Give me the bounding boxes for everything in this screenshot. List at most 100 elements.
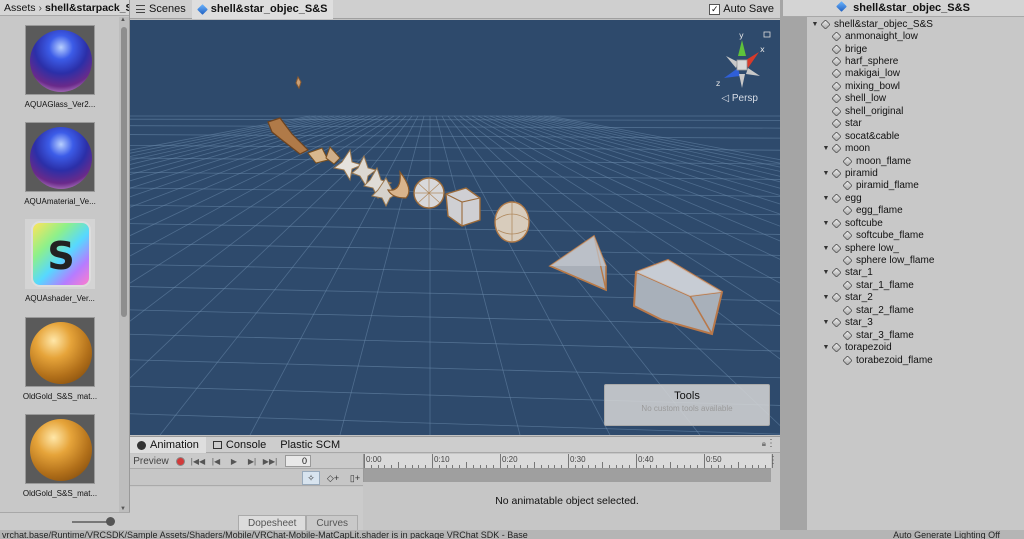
hierarchy-item[interactable]: sphere low_flame	[807, 254, 1024, 266]
material-thumbnail[interactable]	[25, 122, 95, 192]
scene-object[interactable]	[325, 146, 341, 165]
animation-toolbar: Preview |◀◀ |◀ ▶ ▶| ▶▶| 0	[130, 454, 363, 469]
first-keyframe-icon[interactable]: |◀◀	[189, 455, 207, 468]
hierarchy-item[interactable]: makigai_low	[807, 68, 1024, 80]
hierarchy-item[interactable]: piramid_flame	[807, 180, 1024, 192]
scene-viewport[interactable]: y x z ◁ Persp Tools No custom tools avai…	[130, 20, 780, 435]
prev-keyframe-icon[interactable]: |◀	[207, 455, 225, 468]
gameobject-icon	[820, 19, 831, 30]
hierarchy-item[interactable]: brige	[807, 43, 1024, 55]
scene-object[interactable]	[386, 169, 410, 199]
tab-scenes[interactable]: Scenes	[130, 0, 192, 19]
filter-keyframe-icon[interactable]: ✧	[302, 471, 320, 485]
material-thumbnail[interactable]	[25, 414, 95, 484]
frame-input[interactable]: 0	[285, 455, 311, 467]
back-chevron-icon[interactable]: ‹	[763, 2, 766, 19]
hierarchy-item[interactable]: shell_original	[807, 105, 1024, 117]
scene-object[interactable]	[295, 75, 302, 90]
expand-arrow-icon[interactable]: ▼	[811, 21, 819, 28]
hierarchy-item[interactable]: shell_low	[807, 93, 1024, 105]
hierarchy-item[interactable]: star_1_flame	[807, 279, 1024, 291]
expand-arrow-icon[interactable]: ▼	[822, 170, 830, 177]
hierarchy-item[interactable]: star_3_flame	[807, 329, 1024, 341]
hierarchy-item[interactable]: ▼ piramid	[807, 167, 1024, 179]
material-thumbnail[interactable]	[25, 25, 95, 95]
lighting-status[interactable]: Auto Generate Lighting Off	[893, 531, 1000, 539]
tools-overlay[interactable]: Tools No custom tools available	[604, 384, 770, 426]
hierarchy-item[interactable]: harf_sphere	[807, 55, 1024, 67]
hierarchy-item[interactable]: ▼ star_2	[807, 292, 1024, 304]
hierarchy-item[interactable]: ▼ star_1	[807, 267, 1024, 279]
add-event-icon[interactable]: ▯+	[346, 471, 364, 485]
hierarchy-tree: ▼ shell&star_objec_S&S anmonaight_low brige…	[807, 18, 1024, 366]
assets-scrollbar[interactable]: ▲ ▼	[119, 17, 129, 512]
play-icon[interactable]: ▶	[225, 455, 243, 468]
gizmo-lock-icon[interactable]	[763, 31, 771, 38]
status-message[interactable]: vrchat.base/Runtime/VRCSDK/Sample Assets…	[2, 531, 528, 539]
last-keyframe-icon[interactable]: ▶▶|	[261, 455, 279, 468]
tab-plastic-scm[interactable]: Plastic SCM	[273, 437, 347, 453]
preview-button[interactable]: Preview	[130, 456, 172, 467]
timeline-menu-icon[interactable]: ⋮	[768, 455, 778, 466]
breadcrumb-assets[interactable]: Assets	[4, 2, 36, 14]
hierarchy-item-label: star_3_flame	[856, 329, 914, 341]
expand-arrow-icon[interactable]: ▼	[822, 220, 830, 227]
gizmo-center-cube-icon[interactable]	[736, 59, 748, 71]
hierarchy-item[interactable]: torabezoid_flame	[807, 354, 1024, 366]
panel-divider[interactable]	[780, 0, 807, 530]
record-button[interactable]	[176, 456, 185, 466]
tab-scene-file[interactable]: shell&star_objec_S&S	[191, 0, 334, 19]
tab-console[interactable]: Console	[206, 437, 273, 453]
shader-thumbnail[interactable]: S	[25, 219, 95, 289]
asset-item[interactable]: AQUAGlass_Ver2...	[16, 25, 104, 109]
hierarchy-item[interactable]: ▼ star_3	[807, 317, 1024, 329]
material-thumbnail[interactable]	[25, 317, 95, 387]
breadcrumb-folder[interactable]: shell&starpack_S	[45, 2, 129, 14]
add-keyframe-icon[interactable]: ◇+	[324, 471, 342, 485]
autosave-checkbox[interactable]: ✓	[709, 3, 721, 15]
hierarchy-item[interactable]: moon_flame	[807, 155, 1024, 167]
expand-arrow-icon[interactable]: ▼	[822, 344, 830, 351]
gizmo-y-axis-icon[interactable]	[738, 40, 746, 56]
timeline-ruler[interactable]: 0:00 0:10 0:20 0:30 0:40 0:50	[363, 454, 773, 469]
tab-animation[interactable]: Animation	[130, 437, 206, 453]
asset-item[interactable]: AQUAmaterial_Ve...	[16, 122, 104, 206]
panel-menu-icon[interactable]: ⋮	[766, 438, 776, 449]
hierarchy-item[interactable]: ▼ egg	[807, 192, 1024, 204]
hierarchy-item[interactable]: softcube_flame	[807, 229, 1024, 241]
scrollbar-thumb[interactable]	[121, 27, 127, 317]
expand-arrow-icon[interactable]: ▼	[822, 245, 830, 252]
hierarchy-item[interactable]: ▼ shell&star_objec_S&S	[807, 18, 1024, 30]
timeline-tick	[472, 465, 474, 468]
expand-arrow-icon[interactable]: ▼	[822, 319, 830, 326]
asset-item[interactable]: OldGold_S&S_mat...	[16, 414, 104, 498]
timeline-event-strip[interactable]	[363, 469, 771, 482]
expand-arrow-icon[interactable]: ▼	[822, 145, 830, 152]
asset-item[interactable]: OldGold_S&S_mat...	[16, 317, 104, 401]
scene-grid-canvas[interactable]	[130, 20, 780, 435]
scene-object[interactable]	[445, 187, 481, 227]
gameobject-icon	[831, 267, 842, 279]
hierarchy-item[interactable]: star	[807, 118, 1024, 130]
hierarchy-item[interactable]: ▼ sphere low_	[807, 242, 1024, 254]
next-keyframe-icon[interactable]: ▶|	[243, 455, 261, 468]
hierarchy-item[interactable]: mixing_bowl	[807, 80, 1024, 92]
hierarchy-item[interactable]: ▼ torapezoid	[807, 341, 1024, 353]
slider-handle[interactable]	[106, 517, 115, 526]
hierarchy-item[interactable]: ▼ moon	[807, 142, 1024, 154]
timeline-tick	[731, 465, 733, 468]
tab-curves[interactable]: Curves	[306, 515, 359, 531]
expand-arrow-icon[interactable]: ▼	[822, 269, 830, 276]
hierarchy-item[interactable]: anmonaight_low	[807, 30, 1024, 42]
hierarchy-item[interactable]: egg_flame	[807, 205, 1024, 217]
expand-arrow-icon[interactable]: ▼	[822, 294, 830, 301]
projection-label[interactable]: ◁ Persp	[721, 93, 758, 104]
hierarchy-item[interactable]: star_2_flame	[807, 304, 1024, 316]
tab-dopesheet[interactable]: Dopesheet	[238, 515, 307, 531]
asset-item[interactable]: S AQUAshader_Ver...	[16, 219, 104, 303]
hierarchy-item[interactable]: ▼ softcube	[807, 217, 1024, 229]
hierarchy-item[interactable]: socat&cable	[807, 130, 1024, 142]
expand-arrow-icon[interactable]: ▼	[822, 195, 830, 202]
scroll-up-icon[interactable]: ▲	[120, 17, 126, 23]
gizmo-x-axis-icon[interactable]	[746, 52, 759, 68]
